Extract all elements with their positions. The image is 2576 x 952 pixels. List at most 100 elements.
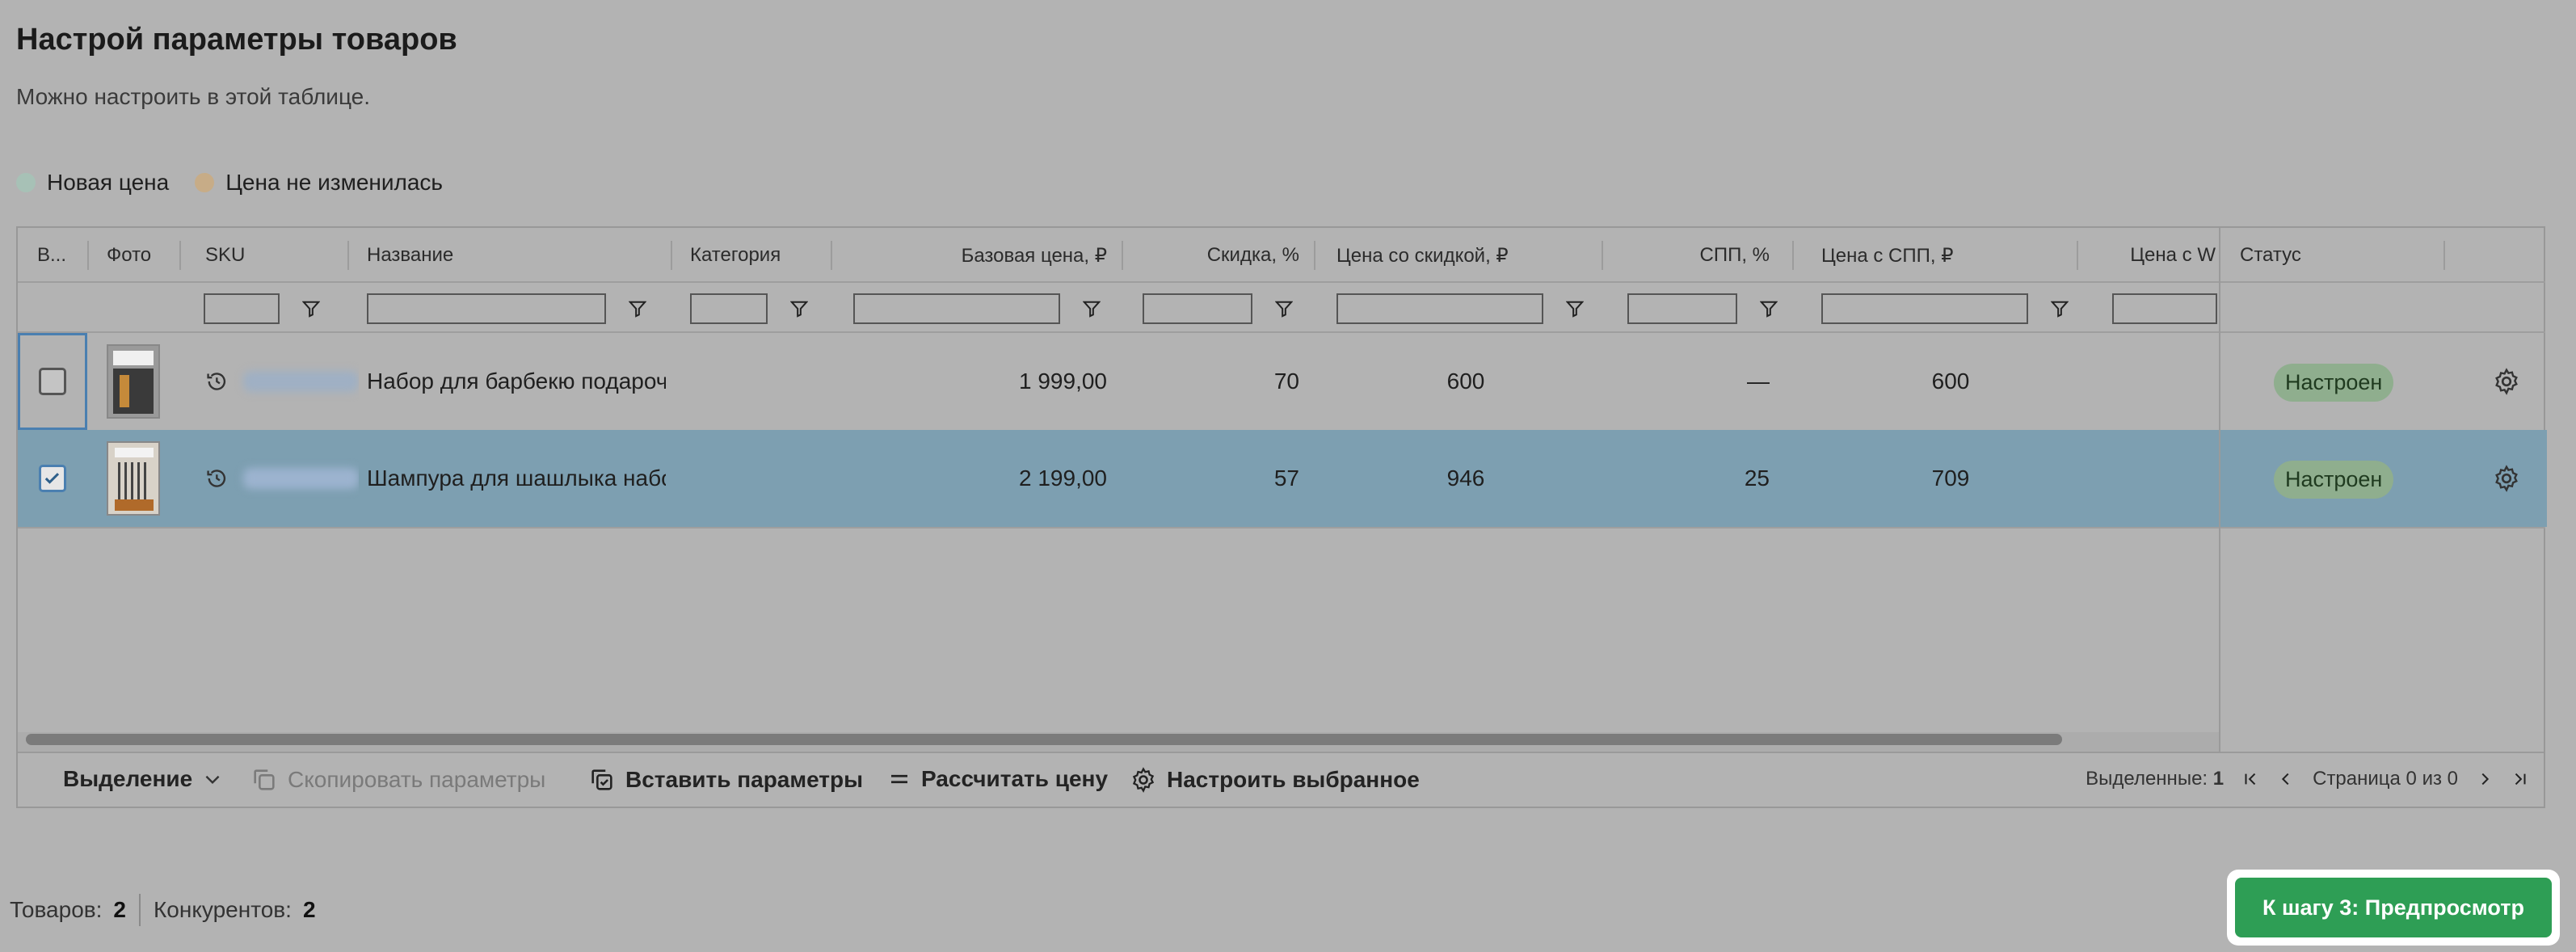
paste-icon (591, 769, 612, 790)
column-header-spp[interactable]: СПП, % (1626, 228, 1770, 283)
filter-input-sku[interactable] (204, 293, 280, 324)
legend-item-new-price: Новая цена (16, 170, 169, 196)
copy-icon (254, 769, 275, 790)
filter-sku (204, 293, 320, 325)
column-header-wallet-price[interactable]: Цена с W (2094, 228, 2216, 283)
sku-value-redacted (242, 468, 359, 489)
column-header-category[interactable]: Категория (690, 228, 836, 283)
column-header-sku[interactable]: SKU (205, 228, 326, 283)
calc-price-label: Рассчитать цену (921, 766, 1109, 791)
legend: Новая цена Цена не изменилась (16, 170, 459, 196)
cell-discounted-price: 600 (1446, 369, 1485, 394)
next-page-icon[interactable] (2476, 770, 2494, 788)
row-checkbox[interactable] (39, 368, 66, 395)
table-toolbar: Выделение Скопировать параметры Вставить… (18, 752, 2544, 807)
footer-stats: Товаров: 2 Конкурентов: 2 (10, 894, 316, 926)
next-step-highlight: К шагу 3: Предпросмотр (2227, 870, 2560, 946)
cell-base-price: 2 199,00 (1019, 465, 1107, 491)
last-page-icon[interactable] (2511, 770, 2529, 788)
status-row: Настроен (2220, 430, 2547, 527)
products-table: В... Фото SKU Название Категория Базовая… (16, 226, 2547, 808)
equals-icon (891, 774, 907, 784)
filter-icon[interactable] (1760, 300, 1778, 318)
gear-icon[interactable] (2492, 464, 2521, 493)
gear-icon[interactable] (2492, 367, 2521, 396)
filter-discounted-price (1336, 293, 1584, 325)
filter-wallet-price (2112, 293, 2217, 325)
filter-input-discount[interactable] (1143, 293, 1252, 324)
filter-discount (1143, 293, 1293, 325)
filter-category (690, 293, 808, 325)
competitors-label: Конкурентов: (154, 897, 292, 922)
table-row[interactable]: Набор для барбекю подароч 1 999,00 70 60… (18, 333, 2219, 430)
product-photo (107, 344, 160, 419)
row-checkbox[interactable] (39, 465, 66, 492)
legend-dot-icon (16, 173, 36, 192)
filter-icon[interactable] (1083, 300, 1101, 318)
first-page-icon[interactable] (2241, 770, 2259, 788)
filter-input-discounted-price[interactable] (1336, 293, 1543, 324)
cell-name: Набор для барбекю подароч (367, 369, 666, 394)
column-header-spp-price[interactable]: Цена с СПП, ₽ (1821, 228, 2080, 283)
filter-input-base-price[interactable] (853, 293, 1060, 324)
filter-input-category[interactable] (690, 293, 768, 324)
products-label: Товаров: (10, 897, 103, 922)
filter-name (367, 293, 646, 325)
column-header-name[interactable]: Название (367, 228, 666, 283)
filter-input-spp[interactable] (1627, 293, 1737, 324)
pagination: Выделенные: 1 Страница 0 из 0 (2086, 768, 2529, 790)
paste-params-button[interactable]: Вставить параметры (588, 766, 863, 794)
status-row: Настроен (2220, 333, 2547, 430)
legend-label: Новая цена (47, 170, 170, 195)
status-badge: Настроен (2274, 461, 2394, 499)
selection-label: Выделение (63, 766, 193, 791)
frozen-columns: Статус Настроен Настроен (2219, 228, 2547, 752)
filter-input-name[interactable] (367, 293, 606, 324)
filter-icon[interactable] (629, 300, 646, 318)
history-icon[interactable] (205, 369, 229, 394)
filter-base-price (853, 293, 1101, 325)
selection-dropdown[interactable]: Выделение (63, 766, 223, 792)
horizontal-scrollbar-thumb[interactable] (26, 734, 2062, 745)
calc-price-button[interactable]: Рассчитать цену (887, 766, 1108, 792)
column-header-base-price[interactable]: Базовая цена, ₽ (850, 228, 1107, 283)
column-header-discounted-price[interactable]: Цена со скидкой, ₽ (1336, 228, 1595, 283)
prev-page-icon[interactable] (2277, 770, 2295, 788)
filter-icon[interactable] (1566, 300, 1584, 318)
copy-params-label: Скопировать параметры (288, 767, 546, 792)
checkmark-icon (44, 473, 60, 484)
copy-params-button[interactable]: Скопировать параметры (250, 766, 545, 794)
cell-name: Шампура для шашлыка набо (367, 465, 666, 491)
filter-icon[interactable] (302, 300, 320, 318)
cell-base-price: 1 999,00 (1019, 369, 1107, 394)
column-header-select[interactable]: В... (37, 228, 86, 283)
sku-value-redacted (242, 371, 359, 392)
selected-count: Выделенные: 1 (2086, 768, 2224, 790)
status-badge: Настроен (2274, 364, 2394, 402)
filter-spp-price (1821, 293, 2069, 325)
filter-icon[interactable] (2051, 300, 2069, 318)
filter-input-wallet-price[interactable] (2112, 293, 2217, 324)
selected-label: Выделенные: (2086, 768, 2208, 790)
filter-icon[interactable] (790, 300, 808, 318)
history-icon[interactable] (205, 466, 229, 491)
selected-value: 1 (2212, 768, 2225, 790)
next-step-button[interactable]: К шагу 3: Предпросмотр (2235, 878, 2552, 937)
cell-spp: — (1747, 369, 1770, 394)
configure-selected-button[interactable]: Настроить выбранное (1130, 766, 1420, 794)
cell-spp-price: 600 (1931, 369, 1970, 394)
column-header-discount[interactable]: Скидка, % (1141, 228, 1299, 283)
filter-spp (1627, 293, 1778, 325)
column-header-status[interactable]: Статус (2240, 228, 2401, 283)
filter-input-spp-price[interactable] (1821, 293, 2028, 324)
filter-icon[interactable] (1275, 300, 1293, 318)
gear-icon (1132, 767, 1155, 793)
table-row[interactable]: Шампура для шашлыка набо 2 199,00 57 946… (18, 430, 2219, 527)
cell-discounted-price: 946 (1446, 465, 1485, 491)
page-subtitle: Можно настроить в этой таблице. (16, 84, 371, 109)
column-header-photo[interactable]: Фото (107, 228, 187, 283)
cell-spp-price: 709 (1931, 465, 1970, 491)
configure-selected-label: Настроить выбранное (1167, 767, 1420, 792)
products-count: 2 (113, 897, 126, 922)
cell-sku (205, 430, 359, 527)
